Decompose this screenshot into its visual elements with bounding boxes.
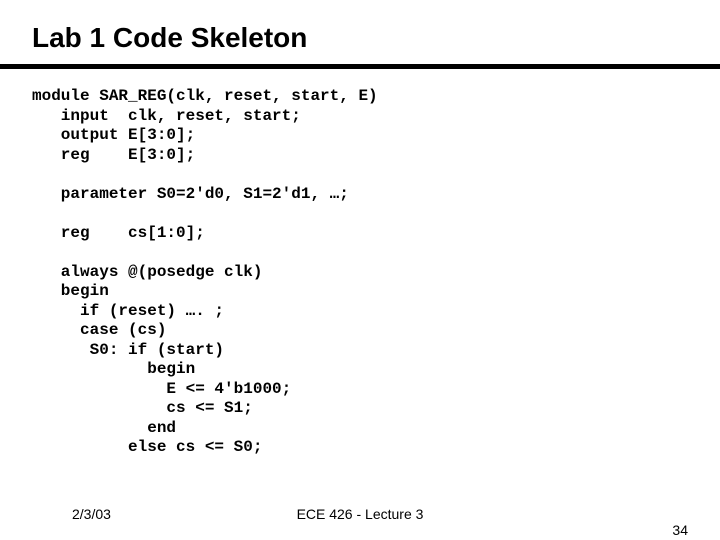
footer-date: 2/3/03 [72,506,111,522]
code-line: reg cs[1:0]; [32,224,205,242]
code-line: end [32,419,176,437]
code-line: else cs <= S0; [32,438,262,456]
footer-page-number: 34 [672,522,688,538]
code-line: S0: if (start) [32,341,224,359]
code-line: if (reset) …. ; [32,302,224,320]
footer: 2/3/03 ECE 426 - Lecture 3 34 [0,506,720,522]
code-line: begin [32,282,109,300]
code-line: module SAR_REG(clk, reset, start, E) [32,87,378,105]
code-block: module SAR_REG(clk, reset, start, E) inp… [32,87,688,458]
code-line: input clk, reset, start; [32,107,301,125]
code-line: cs <= S1; [32,399,253,417]
slide: Lab 1 Code Skeleton module SAR_REG(clk, … [0,0,720,540]
code-line: parameter S0=2'd0, S1=2'd1, …; [32,185,349,203]
title-divider [0,64,720,69]
code-line: begin [32,360,195,378]
code-line: reg E[3:0]; [32,146,195,164]
code-line: case (cs) [32,321,166,339]
footer-center: ECE 426 - Lecture 3 [32,506,688,522]
code-line: output E[3:0]; [32,126,195,144]
slide-title: Lab 1 Code Skeleton [32,22,688,54]
code-line: always @(posedge clk) [32,263,262,281]
code-line: E <= 4'b1000; [32,380,291,398]
